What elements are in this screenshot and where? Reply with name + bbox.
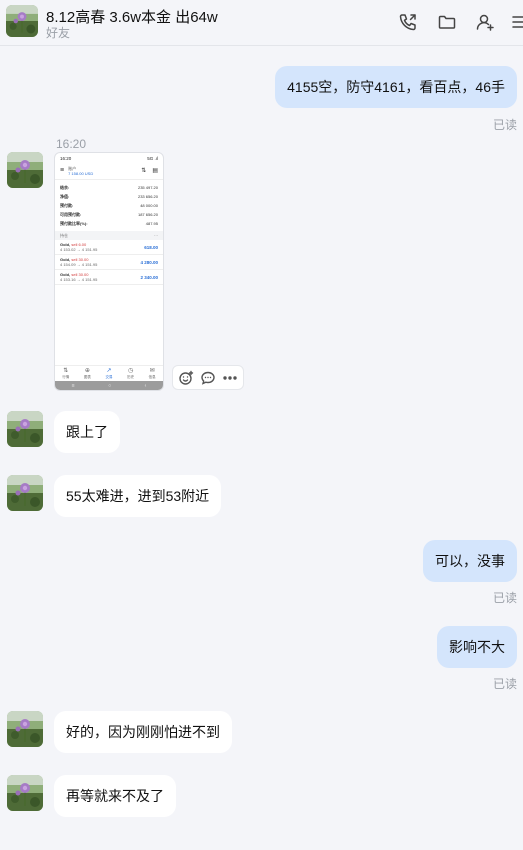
phone-icon[interactable] — [398, 12, 418, 32]
trade-app-header: ≡ 账户 7 158.00 USD ⇅ ▤ — [55, 162, 163, 180]
add-contact-icon[interactable] — [475, 12, 495, 32]
image-message-screenshot[interactable]: 16:20 5G .ıl ≡ 账户 7 158.00 USD ⇅ ▤ 结余: 23… — [54, 152, 164, 391]
position-row: Gold, sell 30.00 4 153.16 → 4 151.95 2 34… — [55, 270, 163, 285]
back-icon: ‹ — [144, 382, 147, 389]
nav-quotes: ⇅ 行情 — [62, 368, 70, 379]
sender-avatar[interactable] — [7, 475, 43, 511]
chat-title: 8.12高春 3.6w本金 出64w — [46, 9, 218, 26]
sender-avatar[interactable] — [7, 152, 43, 188]
more-icon[interactable] — [510, 12, 523, 32]
trade-app-bottom-nav: ⇅ 行情 ⊕ 图表 ↗ 交易 ◷ 历史 ✉ 信息 — [55, 365, 163, 381]
document-icon: ▤ — [152, 168, 158, 174]
menu-icon: ≡ — [60, 167, 65, 174]
nav-trade: ↗ 交易 — [105, 368, 113, 379]
balance-amount: 7 158.00 USD — [68, 170, 94, 176]
more-dots-icon[interactable] — [222, 370, 238, 386]
account-row: 预付款比率(%): 487.95 — [60, 220, 158, 226]
read-status: 已读 — [492, 677, 517, 691]
nav-history: ◷ 历史 — [127, 368, 135, 379]
read-status: 已读 — [492, 591, 517, 605]
message-bubble-outgoing[interactable]: 可以，没事 — [423, 540, 517, 582]
message-bubble-incoming[interactable]: 55太难进，进到53附近 — [54, 475, 222, 517]
nav-messages: ✉ 信息 — [148, 368, 156, 379]
folder-icon[interactable] — [437, 12, 457, 32]
message-bubble-incoming[interactable]: 好的，因为刚刚怕进不到 — [54, 711, 232, 753]
account-row: 净值: 233 656.20 — [60, 193, 158, 199]
account-row: 可用预付款: 187 656.20 — [60, 211, 158, 217]
phone-status-bar: 16:20 5G .ıl — [55, 153, 163, 162]
emoji-add-icon[interactable] — [178, 370, 194, 386]
contact-avatar[interactable] — [6, 5, 38, 37]
position-row: Gold, sell 6.00 4 153.02 → 4 151.95 618.0… — [55, 240, 163, 255]
phone-signal: 5G .ıl — [147, 156, 158, 161]
contact-relation: 好友 — [46, 26, 71, 40]
recent-apps-icon: ≡ — [71, 382, 75, 389]
sender-avatar[interactable] — [7, 411, 43, 447]
phone-gesture-bar: ≡ ○ ‹ — [55, 381, 163, 390]
chat-header: 8.12高春 3.6w本金 出64w 好友 — [0, 0, 523, 46]
read-status: 已读 — [492, 118, 517, 132]
phone-status-time: 16:20 — [60, 156, 72, 161]
comment-icon[interactable] — [200, 370, 216, 386]
nav-chart: ⊕ 图表 — [83, 368, 91, 379]
image-action-bar — [172, 365, 244, 390]
sender-avatar[interactable] — [7, 775, 43, 811]
message-bubble-incoming[interactable]: 跟上了 — [54, 411, 120, 453]
position-row: Gold, sell 30.00 4 154.09 → 4 151.95 4 28… — [55, 255, 163, 270]
account-row: 预付款: 48 000.00 — [60, 202, 158, 208]
message-time: 16:20 — [56, 137, 87, 151]
sender-avatar[interactable] — [7, 711, 43, 747]
sort-icon: ⇅ — [141, 168, 147, 174]
message-bubble-outgoing[interactable]: 4155空，防守4161，看百点，46手 — [275, 66, 517, 108]
message-bubble-outgoing[interactable]: 影响不大 — [437, 626, 517, 668]
positions-section-header: 持仓 ··· — [55, 231, 163, 240]
message-bubble-incoming[interactable]: 再等就来不及了 — [54, 775, 176, 817]
home-icon: ○ — [108, 382, 112, 389]
account-row: 结余: 235 497.20 — [60, 184, 158, 190]
